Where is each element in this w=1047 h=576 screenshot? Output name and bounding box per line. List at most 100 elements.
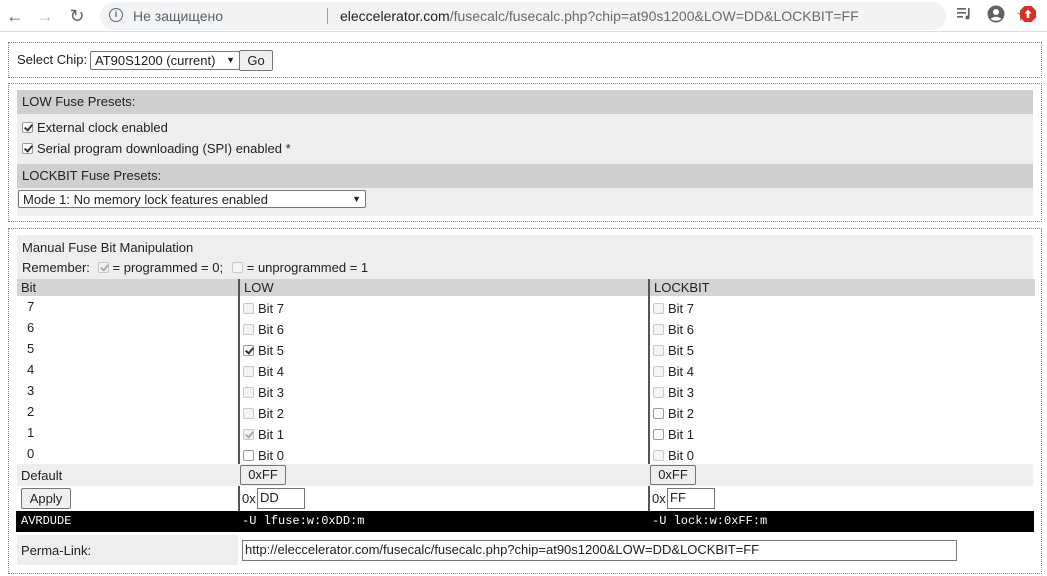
low-hex-prefix: 0x xyxy=(242,491,256,506)
chevron-down-icon: ▼ xyxy=(352,194,361,204)
lockbit-bit-toggle[interactable]: Bit 5 xyxy=(653,343,694,358)
bit-number: 3 xyxy=(27,383,35,398)
bit-number: 1 xyxy=(27,425,35,440)
low-presets-title: LOW Fuse Presets: xyxy=(17,90,1033,114)
low-bit-toggle[interactable]: Bit 1 xyxy=(243,427,284,442)
remember-prefix: Remember: xyxy=(22,260,90,275)
presets-panel: LOW Fuse Presets: External clock enabled… xyxy=(8,83,1042,222)
lockbit-bit-toggle[interactable]: Bit 6 xyxy=(653,322,694,337)
low-hex-input[interactable]: DD xyxy=(257,488,305,509)
checkbox[interactable] xyxy=(653,324,664,335)
chip-select-panel: Select Chip: AT90S1200 (current) ▼ Go xyxy=(8,42,1042,78)
profile-icon[interactable] xyxy=(986,5,1006,25)
url-text[interactable]: eleccelerator.com/fusecalc/fusecalc.php?… xyxy=(340,8,859,24)
lockbit-bit-label: Bit 4 xyxy=(668,364,695,379)
checkbox[interactable] xyxy=(243,450,254,461)
col-header-lockbit: LOCKBIT xyxy=(650,279,1035,296)
lockbit-presets-title: LOCKBIT Fuse Presets: xyxy=(17,164,1033,188)
col-header-bit: Bit xyxy=(17,279,238,296)
low-bit-toggle[interactable]: Bit 4 xyxy=(243,364,284,379)
lockbit-bit-label: Bit 0 xyxy=(668,448,695,463)
forward-icon[interactable]: → xyxy=(34,5,56,27)
checkbox[interactable] xyxy=(22,143,33,154)
remember-legend: Remember: = programmed = 0; = unprogramm… xyxy=(22,260,368,275)
lockbit-bit-toggle[interactable]: Bit 7 xyxy=(653,301,694,316)
media-icon[interactable] xyxy=(954,5,974,25)
bit-number: 0 xyxy=(27,446,35,461)
permalink-input[interactable]: http://eleccelerator.com/fusecalc/fuseca… xyxy=(242,540,957,561)
preset-label: External clock enabled xyxy=(37,120,168,135)
low-bit-toggle[interactable]: Bit 6 xyxy=(243,322,284,337)
address-divider xyxy=(327,8,328,24)
lockbit-bit-toggle[interactable]: Bit 3 xyxy=(653,385,694,400)
checkbox[interactable] xyxy=(653,366,664,377)
default-row-background xyxy=(17,464,1033,486)
lockbit-default-button[interactable]: 0xFF xyxy=(650,465,696,485)
low-bit-label: Bit 1 xyxy=(258,427,285,442)
bit-number: 4 xyxy=(27,362,35,377)
lockbit-bit-toggle[interactable]: Bit 0 xyxy=(653,448,694,463)
checkbox[interactable] xyxy=(653,387,664,398)
checkbox[interactable] xyxy=(243,408,254,419)
avrdude-label: AVRDUDE xyxy=(21,514,72,528)
reload-icon[interactable]: ↻ xyxy=(66,5,88,27)
go-button[interactable]: Go xyxy=(239,50,273,71)
low-bit-toggle[interactable]: Bit 2 xyxy=(243,406,284,421)
checkbox[interactable] xyxy=(243,345,254,356)
low-bit-label: Bit 2 xyxy=(258,406,285,421)
manual-title: Manual Fuse Bit Manipulation xyxy=(22,240,194,255)
lockbit-bit-toggle[interactable]: Bit 2 xyxy=(653,406,694,421)
low-bit-label: Bit 3 xyxy=(258,385,285,400)
checkbox[interactable] xyxy=(22,122,33,133)
col-header-low: LOW xyxy=(240,279,648,296)
checkbox[interactable] xyxy=(243,324,254,335)
bit-number: 2 xyxy=(27,404,35,419)
checkbox[interactable] xyxy=(243,366,254,377)
checkbox-unchecked-sample xyxy=(231,262,243,273)
checkbox[interactable] xyxy=(243,429,254,440)
apply-button[interactable]: Apply xyxy=(21,488,71,509)
low-default-button[interactable]: 0xFF xyxy=(240,465,286,485)
info-icon[interactable]: i xyxy=(109,8,123,22)
avrdude-low-command: -U lfuse:w:0xDD:m xyxy=(242,514,365,528)
low-bit-toggle[interactable]: Bit 5 xyxy=(243,343,284,358)
lockbit-bit-label: Bit 5 xyxy=(668,343,695,358)
lockbit-preset-value: Mode 1: No memory lock features enabled xyxy=(23,192,268,207)
lockbit-bit-toggle[interactable]: Bit 1 xyxy=(653,427,694,442)
chip-select[interactable]: AT90S1200 (current) ▼ xyxy=(90,51,240,70)
lockbit-bit-label: Bit 7 xyxy=(668,301,695,316)
low-bit-toggle[interactable]: Bit 7 xyxy=(243,301,284,316)
lockbit-bit-label: Bit 1 xyxy=(668,427,695,442)
checkbox[interactable] xyxy=(243,303,254,314)
low-bit-toggle[interactable]: Bit 3 xyxy=(243,385,284,400)
permalink-label: Perma-Link: xyxy=(21,543,92,558)
low-bit-label: Bit 5 xyxy=(258,343,285,358)
chip-select-label: Select Chip: xyxy=(17,52,88,67)
checkbox[interactable] xyxy=(653,345,664,356)
checkbox[interactable] xyxy=(653,429,664,440)
checkbox[interactable] xyxy=(653,303,664,314)
lockbit-hex-input[interactable]: FF xyxy=(667,488,715,509)
checkbox[interactable] xyxy=(653,450,664,461)
lockbit-preset-select[interactable]: Mode 1: No memory lock features enabled … xyxy=(18,190,366,208)
address-bar[interactable]: i Не защищено eleccelerator.com/fusecalc… xyxy=(100,2,1032,30)
url-path: /fusecalc/fusecalc.php?chip=at90s1200&LO… xyxy=(449,8,859,24)
lockbit-bit-label: Bit 2 xyxy=(668,406,695,421)
low-bit-label: Bit 6 xyxy=(258,322,285,337)
preset-label: Serial program downloading (SPI) enabled… xyxy=(37,141,291,156)
chevron-down-icon: ▼ xyxy=(226,55,235,65)
bit-number: 6 xyxy=(27,320,35,335)
extension-icon[interactable] xyxy=(1018,5,1038,25)
avrdude-lock-command: -U lock:w:0xFF:m xyxy=(652,514,768,528)
checkbox[interactable] xyxy=(243,387,254,398)
default-label: Default xyxy=(21,468,63,483)
preset-spi[interactable]: Serial program downloading (SPI) enabled… xyxy=(22,141,291,156)
checkbox[interactable] xyxy=(653,408,664,419)
unprogrammed-text: = unprogrammed = 1 xyxy=(246,260,369,275)
back-icon[interactable]: ← xyxy=(4,5,26,27)
lockbit-hex-prefix: 0x xyxy=(652,491,666,506)
preset-external-clock[interactable]: External clock enabled xyxy=(22,120,168,135)
lockbit-bit-toggle[interactable]: Bit 4 xyxy=(653,364,694,379)
low-bit-toggle[interactable]: Bit 0 xyxy=(243,448,284,463)
programmed-text: = programmed = 0; xyxy=(112,260,224,275)
